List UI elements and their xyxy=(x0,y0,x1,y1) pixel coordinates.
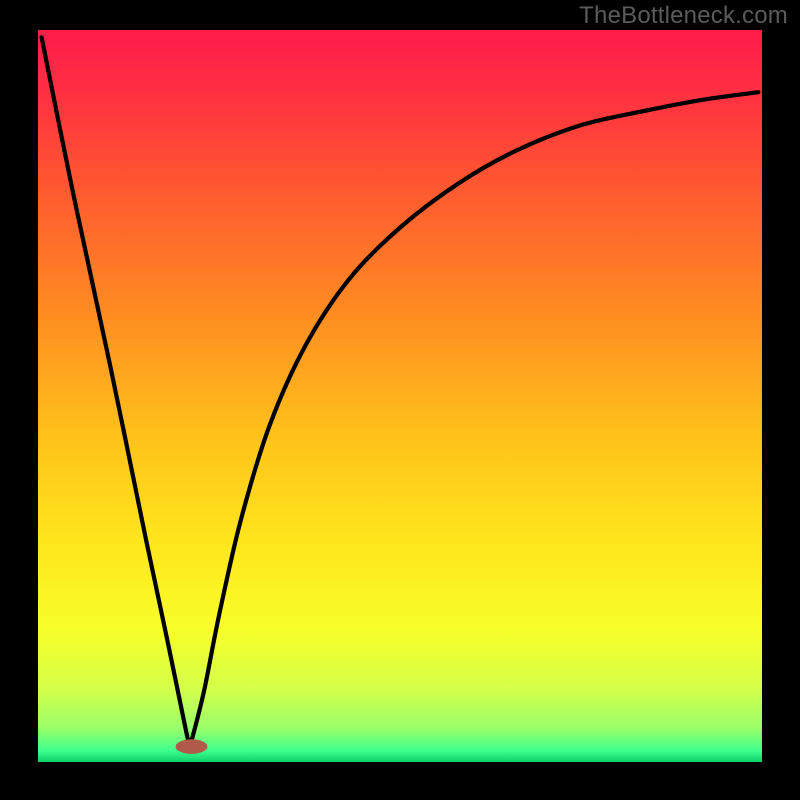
min-marker xyxy=(176,739,208,754)
plot-area xyxy=(38,30,762,762)
bottleneck-chart xyxy=(0,0,800,800)
watermark-text: TheBottleneck.com xyxy=(579,2,788,30)
chart-frame: TheBottleneck.com xyxy=(0,0,800,800)
